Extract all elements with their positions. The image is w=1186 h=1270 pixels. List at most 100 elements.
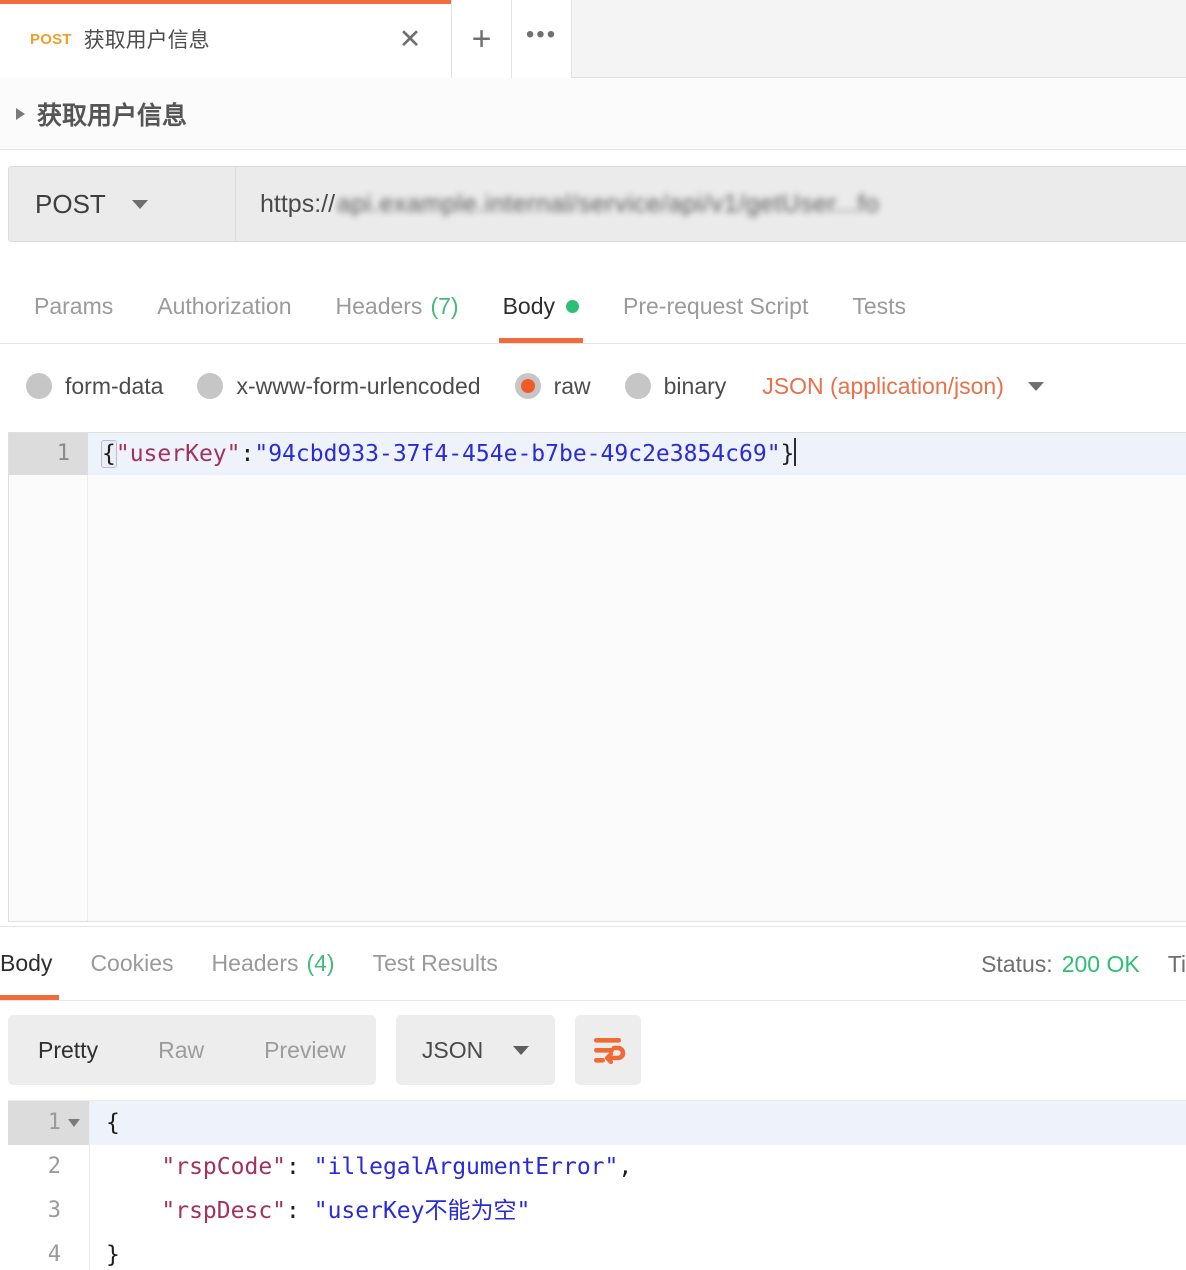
view-preview-button[interactable]: Preview: [234, 1015, 376, 1085]
tab-authorization[interactable]: Authorization: [135, 269, 313, 343]
url-bar: POST https://api.example.internal/servic…: [8, 166, 1186, 242]
response-line-1: 1 {: [8, 1101, 1186, 1145]
json-key-rspcode: "rspCode": [161, 1154, 287, 1180]
radio-form-data-label: form-data: [65, 372, 164, 399]
tab-params-label: Params: [34, 292, 114, 319]
tab-body-label: Body: [502, 292, 555, 319]
json-colon: :: [240, 441, 255, 467]
request-body-code[interactable]: {"userKey":"94cbd933-37f4-454e-b7be-49c2…: [88, 433, 797, 475]
tab-body[interactable]: Body: [481, 269, 601, 343]
response-tab-headers-label: Headers: [211, 949, 299, 976]
tab-tests[interactable]: Tests: [830, 269, 928, 343]
radio-icon-form-data[interactable]: [26, 373, 52, 399]
tab-pre-request-script[interactable]: Pre-request Script: [601, 269, 830, 343]
view-pretty-button[interactable]: Pretty: [8, 1015, 128, 1085]
word-wrap-icon[interactable]: [575, 1015, 642, 1085]
response-line-number-3[interactable]: 3: [8, 1189, 90, 1233]
response-tab-body[interactable]: Body: [0, 926, 71, 1000]
tab-headers-label: Headers: [335, 292, 423, 319]
tab-authorization-label: Authorization: [157, 292, 292, 319]
postman-request-window: POST 获取用户信息 ✕ + ••• 获取用户信息 POST https://…: [0, 0, 1186, 1270]
chevron-down-icon[interactable]: [131, 199, 148, 209]
radio-icon-urlencoded[interactable]: [197, 373, 224, 399]
body-filled-dot-icon: [566, 299, 579, 313]
json-close-brace: }: [780, 441, 795, 467]
json-close-brace: }: [106, 1242, 120, 1268]
request-body-line: 1 {"userKey":"94cbd933-37f4-454e-b7be-49…: [9, 433, 1186, 475]
tab-bar: POST 获取用户信息 ✕ + •••: [0, 0, 1186, 78]
response-meta: Status: 200 OK Ti: [981, 927, 1186, 1001]
response-code-2: "rspCode": "illegalArgumentError",: [90, 1145, 632, 1189]
status-badge: 200 OK: [1061, 950, 1140, 977]
radio-urlencoded[interactable]: x-www-form-urlencoded: [197, 372, 481, 400]
radio-binary-label: binary: [663, 372, 727, 399]
chevron-down-icon[interactable]: [513, 1045, 530, 1055]
json-colon: :: [286, 1154, 314, 1180]
response-toolbar: Pretty Raw Preview JSON: [8, 1015, 1178, 1085]
fold-toggle-icon[interactable]: [68, 1119, 80, 1127]
response-tab-test-results[interactable]: Test Results: [354, 926, 517, 1000]
response-tab-headers[interactable]: Headers (4): [193, 926, 354, 1000]
line-number-text: 2: [47, 1154, 61, 1179]
ellipsis-icon[interactable]: •••: [512, 0, 572, 78]
request-gutter-background: [9, 475, 88, 921]
response-tab-cookies-label: Cookies: [90, 949, 174, 976]
json-open-brace: {: [106, 1110, 120, 1136]
radio-icon-binary[interactable]: [624, 373, 651, 399]
tab-bar-filler: [572, 0, 1186, 77]
tab-headers-count: (7): [430, 292, 459, 319]
response-line-number-1[interactable]: 1: [8, 1101, 90, 1145]
status-label: Status:: [981, 950, 1053, 977]
page-title: 获取用户信息: [37, 101, 188, 130]
response-line-number-2[interactable]: 2: [8, 1145, 90, 1189]
method-select[interactable]: POST: [8, 166, 236, 242]
line-number: 1: [9, 433, 88, 475]
json-open-brace: {: [101, 440, 117, 468]
url-input[interactable]: https://api.example.internal/service/api…: [236, 166, 1186, 242]
json-colon: :: [286, 1198, 314, 1224]
json-comma: ,: [618, 1154, 633, 1180]
radio-urlencoded-label: x-www-form-urlencoded: [236, 372, 481, 399]
view-pretty-label: Pretty: [38, 1036, 99, 1063]
radio-raw-label: raw: [553, 372, 591, 399]
response-line-4: 4 }: [8, 1233, 1186, 1270]
response-tab-cookies[interactable]: Cookies: [71, 926, 192, 1000]
tab-tests-label: Tests: [852, 292, 907, 319]
tab-title-label: 获取用户信息: [83, 29, 210, 52]
radio-form-data[interactable]: form-data: [26, 373, 163, 400]
json-value-rspcode: "illegalArgumentError": [313, 1154, 619, 1180]
response-line-3: 3 "rspDesc": "userKey不能为空": [8, 1189, 1186, 1233]
request-tab-active[interactable]: POST 获取用户信息 ✕: [0, 0, 452, 78]
response-tab-test-results-label: Test Results: [372, 949, 498, 976]
tab-params[interactable]: Params: [12, 269, 135, 343]
json-key-rspdesc: "rspDesc": [161, 1198, 287, 1224]
word-wrap-glyph: [594, 1038, 626, 1065]
tab-headers[interactable]: Headers (7): [314, 269, 481, 343]
chevron-right-icon[interactable]: [16, 107, 25, 120]
text-cursor: [794, 438, 797, 466]
request-body-editor[interactable]: 1 {"userKey":"94cbd933-37f4-454e-b7be-49…: [8, 432, 1186, 922]
chevron-down-icon[interactable]: [1027, 381, 1044, 391]
line-number-text: 3: [47, 1198, 61, 1223]
radio-raw[interactable]: raw: [514, 372, 591, 400]
response-format-select[interactable]: JSON: [395, 1015, 556, 1085]
radio-binary[interactable]: binary: [624, 372, 727, 400]
plus-icon[interactable]: +: [452, 0, 512, 78]
response-line-number-4[interactable]: 4: [8, 1233, 90, 1270]
line-number-text: 1: [47, 1110, 61, 1135]
radio-icon-raw[interactable]: [514, 373, 541, 399]
response-code-3: "rspDesc": "userKey不能为空": [90, 1189, 530, 1233]
time-label: Ti: [1167, 950, 1186, 977]
url-protocol: https://: [260, 189, 336, 218]
view-raw-button[interactable]: Raw: [128, 1015, 234, 1085]
url-redacted-text: api.example.internal/service/api/v1/getU…: [337, 189, 880, 218]
response-code-4: }: [90, 1233, 120, 1270]
tab-method-label: POST: [30, 30, 72, 48]
view-preview-label: Preview: [264, 1036, 346, 1063]
response-body-editor[interactable]: 1 { 2 "rspCode": "illegalArgumentError",…: [8, 1100, 1186, 1270]
response-tab-body-label: Body: [0, 949, 53, 976]
content-type-select[interactable]: JSON (application/json): [762, 373, 1004, 400]
close-icon[interactable]: ✕: [395, 24, 425, 54]
